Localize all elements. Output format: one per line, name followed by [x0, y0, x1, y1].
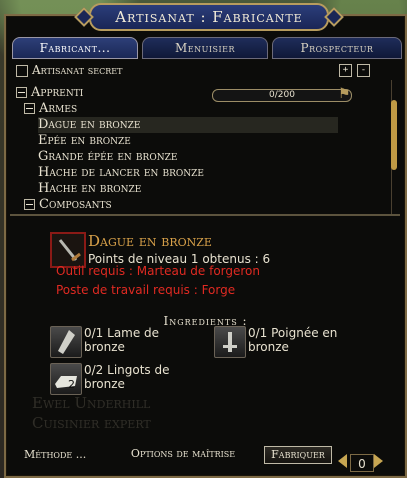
window-title: Artisanat : Fabricante [89, 3, 329, 31]
tier-label: Apprenti [31, 85, 84, 100]
ingot-badge: 2 [68, 378, 75, 391]
recipe-label: Hache en bronze [38, 181, 142, 196]
category-label: Armes [39, 101, 78, 116]
decrease-arrow-icon[interactable] [338, 454, 347, 468]
ingredient-name: bronze [84, 377, 125, 391]
blade-icon [50, 326, 82, 358]
category-composants[interactable]: Composants [24, 197, 112, 210]
ingredient-count: 0/1 Poignée en [248, 326, 338, 340]
tab-fabricant[interactable]: Fabricant... [12, 37, 138, 59]
craft-button[interactable]: Fabriquer [264, 446, 332, 464]
category-armes[interactable]: Armes [24, 101, 77, 117]
hilt-icon [214, 326, 246, 358]
recipe-hache-de-lancer-en-bronze[interactable]: Hache de lancer en bronze [38, 165, 204, 181]
collapse-icon[interactable] [24, 199, 35, 210]
secret-checkbox[interactable] [16, 64, 28, 77]
recipe-dague-en-bronze[interactable]: Dague en bronze [38, 117, 338, 133]
recipe-grande-epee-en-bronze[interactable]: Grande épée en bronze [38, 149, 177, 165]
ingredient-name: bronze [84, 340, 125, 354]
station-requirement: Poste de travail requis : Forge [56, 283, 236, 297]
ingredient-label: 0/1 Poignée en bronze [248, 326, 337, 354]
ingredient-count: 0/1 Lame de [84, 326, 160, 340]
recipe-label: Hache de lancer en bronze [38, 165, 204, 180]
collapse-all-icon[interactable]: - [357, 64, 370, 77]
craft-count: 0 [338, 454, 383, 472]
collapse-icon[interactable] [24, 103, 35, 114]
count-value[interactable]: 0 [350, 454, 374, 472]
ingredient-name: bronze [248, 340, 289, 354]
tier-progress-bar: 0/200 [212, 89, 352, 102]
ingredient-label: 0/2 Lingots de bronze [84, 363, 169, 391]
recipe-label: Grande épée en bronze [38, 149, 178, 164]
tab-bar: Fabricant... Menuisier Prospecteur [12, 37, 402, 61]
ingredient-blade[interactable]: 0/1 Lame de bronze [50, 326, 220, 360]
secret-crafting-toggle[interactable]: Artisanat secret [16, 63, 122, 79]
tab-prospecteur[interactable]: Prospecteur [272, 37, 402, 59]
section-divider [10, 214, 400, 216]
mastery-flag-icon: ⚑ [338, 86, 351, 102]
recipe-epee-en-bronze[interactable]: Epée en bronze [38, 133, 131, 149]
ingredient-hilt[interactable]: 0/1 Poignée en bronze [214, 326, 384, 360]
recipe-label: Epée en bronze [38, 133, 131, 148]
collapse-icon[interactable] [16, 87, 27, 98]
expand-all-icon[interactable]: + [339, 64, 352, 77]
ingredient-ingot[interactable]: 2 0/2 Lingots de bronze [50, 363, 220, 397]
ingredient-label: 0/1 Lame de bronze [84, 326, 159, 354]
category-label: Composants [39, 197, 112, 210]
tree-scrollbar-thumb[interactable] [391, 100, 397, 170]
method-button[interactable]: Méthode ... [24, 448, 86, 461]
secret-label: Artisanat secret [32, 63, 123, 77]
dagger-icon [50, 232, 86, 268]
background-npc-title: Cuisinier expert [32, 414, 151, 432]
recipe-title: Dague en bronze [88, 232, 212, 250]
tab-menuisier[interactable]: Menuisier [142, 37, 268, 59]
mastery-options-button[interactable]: Options de maîtrise [116, 446, 250, 462]
ingredient-count: 0/2 Lingots de [84, 363, 170, 377]
recipe-hache-en-bronze[interactable]: Hache en bronze [38, 181, 141, 197]
increase-arrow-icon[interactable] [374, 454, 383, 468]
recipe-label: Dague en bronze [38, 117, 141, 132]
tier-apprenti[interactable]: Apprenti [16, 85, 83, 101]
ingot-icon: 2 [50, 363, 82, 395]
crafting-window: Fabricant... Menuisier Prospecteur Artis… [4, 14, 407, 478]
tool-requirement: Outil requis : Marteau de forgeron [56, 264, 260, 278]
